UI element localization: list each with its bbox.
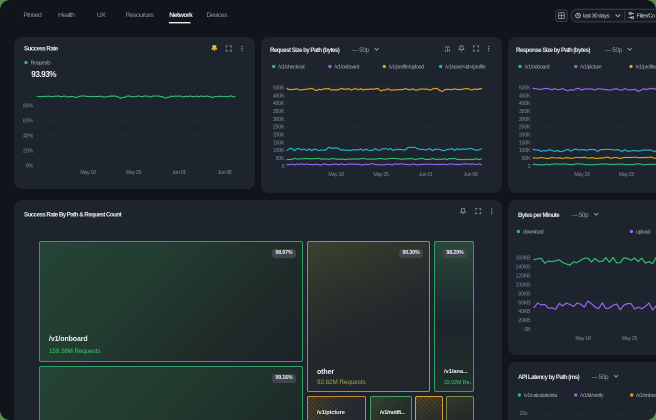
svg-text:last 30 days: last 30 days (583, 14, 610, 20)
svg-text:400K: 400K (519, 101, 531, 107)
svg-text:Network: Network (169, 12, 193, 19)
svg-text:May 25: May 25 (126, 170, 142, 176)
svg-text:/v1/profile/upload: /v1/profile/upload (636, 64, 656, 70)
svg-text:100K: 100K (519, 148, 531, 154)
svg-text:40KB: 40KB (518, 309, 531, 315)
svg-text:/v1/onboard: /v1/onboard (525, 64, 550, 70)
svg-text:Jun 08: Jun 08 (218, 170, 232, 176)
svg-text:200K: 200K (273, 133, 285, 139)
svg-text:May 18: May 18 (574, 172, 590, 178)
svg-text:250K: 250K (273, 125, 285, 131)
svg-text:download: download (523, 229, 544, 235)
svg-text:450K: 450K (273, 93, 285, 99)
svg-text:100KB: 100KB (515, 282, 531, 288)
svg-text:20s: 20s (520, 411, 528, 417)
svg-text:150K: 150K (273, 140, 285, 146)
svg-text:/v1/profile/upload: /v1/profile/upload (389, 64, 424, 70)
svg-text:100K: 100K (273, 148, 285, 154)
svg-text:Response Size by Path (bytes): Response Size by Path (bytes) (516, 47, 590, 54)
svg-text:0: 0 (528, 164, 531, 170)
svg-text:40%: 40% (23, 134, 33, 140)
svg-text:350K: 350K (519, 109, 531, 115)
svg-text:80%: 80% (23, 104, 33, 110)
svg-text:93.93%: 93.93% (31, 70, 57, 79)
svg-text:May 25: May 25 (619, 172, 635, 178)
svg-text:/v1/checkout: /v1/checkout (278, 64, 305, 70)
svg-text:50K: 50K (276, 156, 285, 162)
svg-text:Resources: Resources (126, 12, 155, 19)
svg-text:/v1/onboard: /v1/onboard (636, 393, 656, 399)
svg-text:UX: UX (97, 12, 106, 19)
svg-text:May 18: May 18 (328, 172, 344, 178)
svg-text:0: 0 (282, 164, 285, 170)
svg-text:May 18: May 18 (575, 336, 591, 342)
svg-text:120KB: 120KB (515, 274, 531, 280)
svg-text:0%: 0% (26, 163, 34, 169)
svg-text:60%: 60% (23, 119, 33, 125)
svg-text:Jun 08: Jun 08 (464, 172, 478, 178)
svg-text:60KB: 60KB (518, 300, 531, 306)
svg-text:500K: 500K (519, 85, 531, 91)
svg-text:300K: 300K (519, 117, 531, 123)
svg-text:150K: 150K (519, 140, 531, 146)
svg-text:20KB: 20KB (518, 318, 531, 324)
svg-text:Jun 01: Jun 01 (172, 170, 186, 176)
svg-text:Request Size by Path (bytes): Request Size by Path (bytes) (270, 47, 340, 54)
svg-text:0B: 0B (524, 327, 531, 333)
svg-text:— 50p: — 50p (572, 212, 590, 219)
svg-text:Health: Health (58, 12, 75, 19)
svg-text:— 50p: — 50p (352, 47, 370, 54)
svg-text:Devices: Devices (207, 12, 228, 19)
svg-text:300K: 300K (273, 117, 285, 123)
svg-text:50K: 50K (522, 156, 531, 162)
svg-text:250K: 250K (519, 125, 531, 131)
svg-text:/v1/calculate/eta: /v1/calculate/eta (524, 393, 558, 399)
svg-text:Requests: Requests (31, 60, 52, 66)
svg-text:/v1/picture: /v1/picture (580, 64, 602, 70)
svg-text:— 50p: — 50p (592, 374, 610, 381)
svg-text:May 25: May 25 (373, 172, 389, 178)
svg-text:80KB: 80KB (518, 291, 531, 297)
svg-text:160KB: 160KB (515, 256, 531, 262)
svg-text:450K: 450K (519, 93, 531, 99)
svg-text:Success Rate: Success Rate (24, 46, 59, 53)
svg-text:/v1/user/<id>/profile: /v1/user/<id>/profile (445, 64, 486, 70)
svg-text:Bytes per Minute: Bytes per Minute (518, 212, 560, 219)
svg-text:400K: 400K (273, 101, 285, 107)
svg-text:upload: upload (636, 229, 650, 235)
svg-text:Jun 01: Jun 01 (419, 172, 433, 178)
svg-text:/v1/id/verify: /v1/id/verify (580, 393, 604, 399)
svg-text:Filter/Co: Filter/Co (637, 14, 655, 20)
svg-text:API Latency by Path (ms): API Latency by Path (ms) (518, 374, 580, 381)
svg-text:350K: 350K (273, 109, 285, 115)
svg-text:— 50p: — 50p (605, 47, 623, 54)
svg-text:May 18: May 18 (80, 170, 96, 176)
svg-text:Pinned: Pinned (23, 12, 42, 19)
svg-text:200K: 200K (519, 133, 531, 139)
svg-text:/v1/onboard: /v1/onboard (335, 64, 360, 70)
svg-text:500K: 500K (273, 85, 285, 91)
svg-text:140KB: 140KB (515, 265, 531, 271)
svg-text:20%: 20% (23, 148, 33, 154)
svg-text:May 25: May 25 (622, 336, 638, 342)
